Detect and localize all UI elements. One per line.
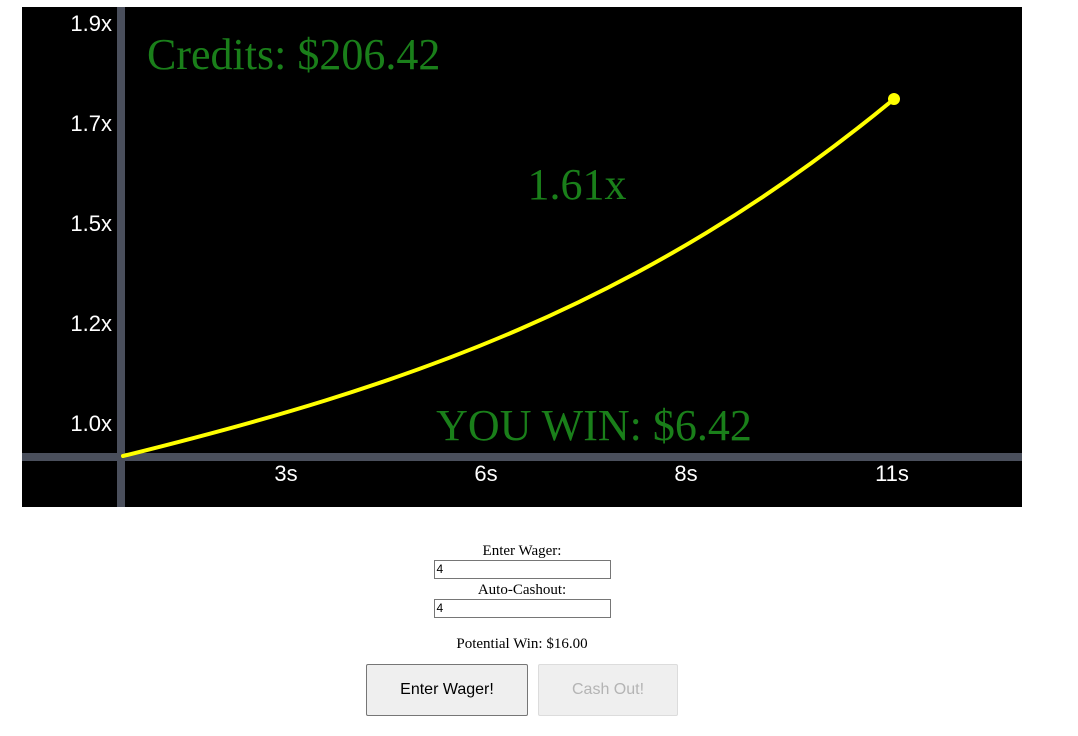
y-axis-line	[117, 7, 125, 507]
button-row: Enter Wager! Cash Out!	[0, 664, 1044, 716]
game-canvas: 1.9x 1.7x 1.5x 1.2x 1.0x 3s 6s 8s 11s Cr…	[22, 7, 1022, 507]
wager-input[interactable]: 4	[433, 560, 611, 579]
credits-display: Credits: $206.42	[147, 30, 440, 79]
autocashout-label: Auto-Cashout:	[477, 582, 567, 598]
x-axis-line	[22, 453, 1022, 461]
multiplier-graph: 1.9x 1.7x 1.5x 1.2x 1.0x 3s 6s 8s 11s Cr…	[22, 7, 1022, 507]
y-tick-label: 1.7x	[70, 111, 112, 136]
current-multiplier: 1.61x	[528, 160, 627, 209]
x-tick-label: 6s	[474, 461, 497, 486]
cash-out-button[interactable]: Cash Out!	[538, 664, 678, 716]
autocashout-input[interactable]: 4	[433, 599, 611, 618]
x-tick-label: 11s	[875, 461, 909, 486]
curve-endpoint-dot	[888, 93, 900, 105]
y-tick-label: 1.9x	[70, 11, 112, 36]
potential-win-text: Potential Win: $16.00	[456, 636, 588, 652]
y-tick-label: 1.0x	[70, 411, 112, 436]
result-message: YOU WIN: $6.42	[436, 401, 752, 450]
y-tick-label: 1.5x	[70, 211, 112, 236]
wager-controls: Enter Wager: 4 Auto-Cashout: 4 Potential…	[0, 543, 1044, 716]
x-tick-label: 3s	[274, 461, 297, 486]
enter-wager-button[interactable]: Enter Wager!	[366, 664, 528, 716]
y-tick-label: 1.2x	[70, 311, 112, 336]
x-tick-label: 8s	[674, 461, 697, 486]
wager-label: Enter Wager:	[482, 543, 562, 559]
